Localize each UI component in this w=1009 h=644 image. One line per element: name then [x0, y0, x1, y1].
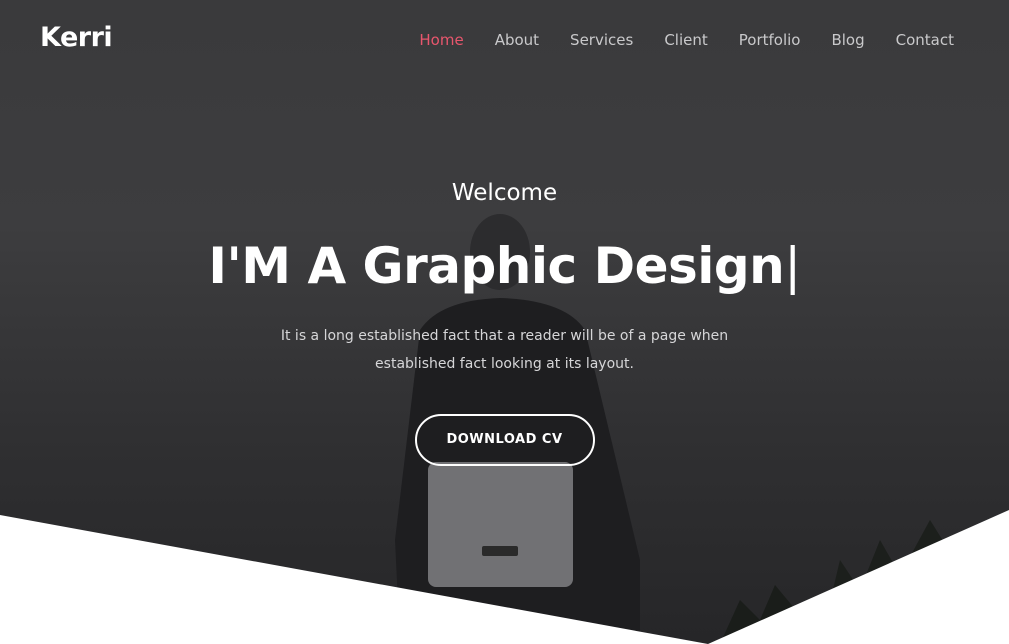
- navbar: Kerri Home About Services Client Portfol…: [0, 0, 1009, 80]
- nav-menu: Home About Services Client Portfolio Blo…: [388, 31, 954, 50]
- hero-welcome-text: Welcome: [451, 180, 558, 206]
- nav-link-contact[interactable]: Contact: [896, 31, 954, 49]
- nav-item-about: About: [495, 31, 539, 50]
- nav-link-portfolio[interactable]: Portfolio: [739, 31, 801, 49]
- hero-headline: I'M A Graphic Design|: [0, 236, 1009, 296]
- nav-item-client: Client: [664, 31, 707, 50]
- download-cv-button[interactable]: DOWNLOAD CV: [414, 414, 595, 466]
- nav-item-home: Home: [419, 31, 463, 50]
- nav-link-home[interactable]: Home: [419, 31, 463, 49]
- nav-link-about[interactable]: About: [495, 31, 539, 49]
- nav-link-services[interactable]: Services: [570, 31, 633, 49]
- nav-link-blog[interactable]: Blog: [831, 31, 864, 49]
- hero-headline-text: I'M A Graphic Design: [208, 237, 785, 295]
- nav-item-services: Services: [570, 31, 633, 50]
- hero-description: It is a long established fact that a rea…: [280, 328, 729, 372]
- hero-section: Kerri Home About Services Client Portfol…: [0, 0, 1009, 644]
- typing-cursor: |: [784, 237, 801, 295]
- nav-item-portfolio: Portfolio: [739, 31, 801, 50]
- hero-content: Welcome I'M A Graphic Design| It is a lo…: [0, 176, 1009, 466]
- brand-logo[interactable]: Kerri: [40, 22, 113, 53]
- nav-item-blog: Blog: [831, 31, 864, 50]
- nav-link-client[interactable]: Client: [664, 31, 707, 49]
- nav-item-contact: Contact: [896, 31, 954, 50]
